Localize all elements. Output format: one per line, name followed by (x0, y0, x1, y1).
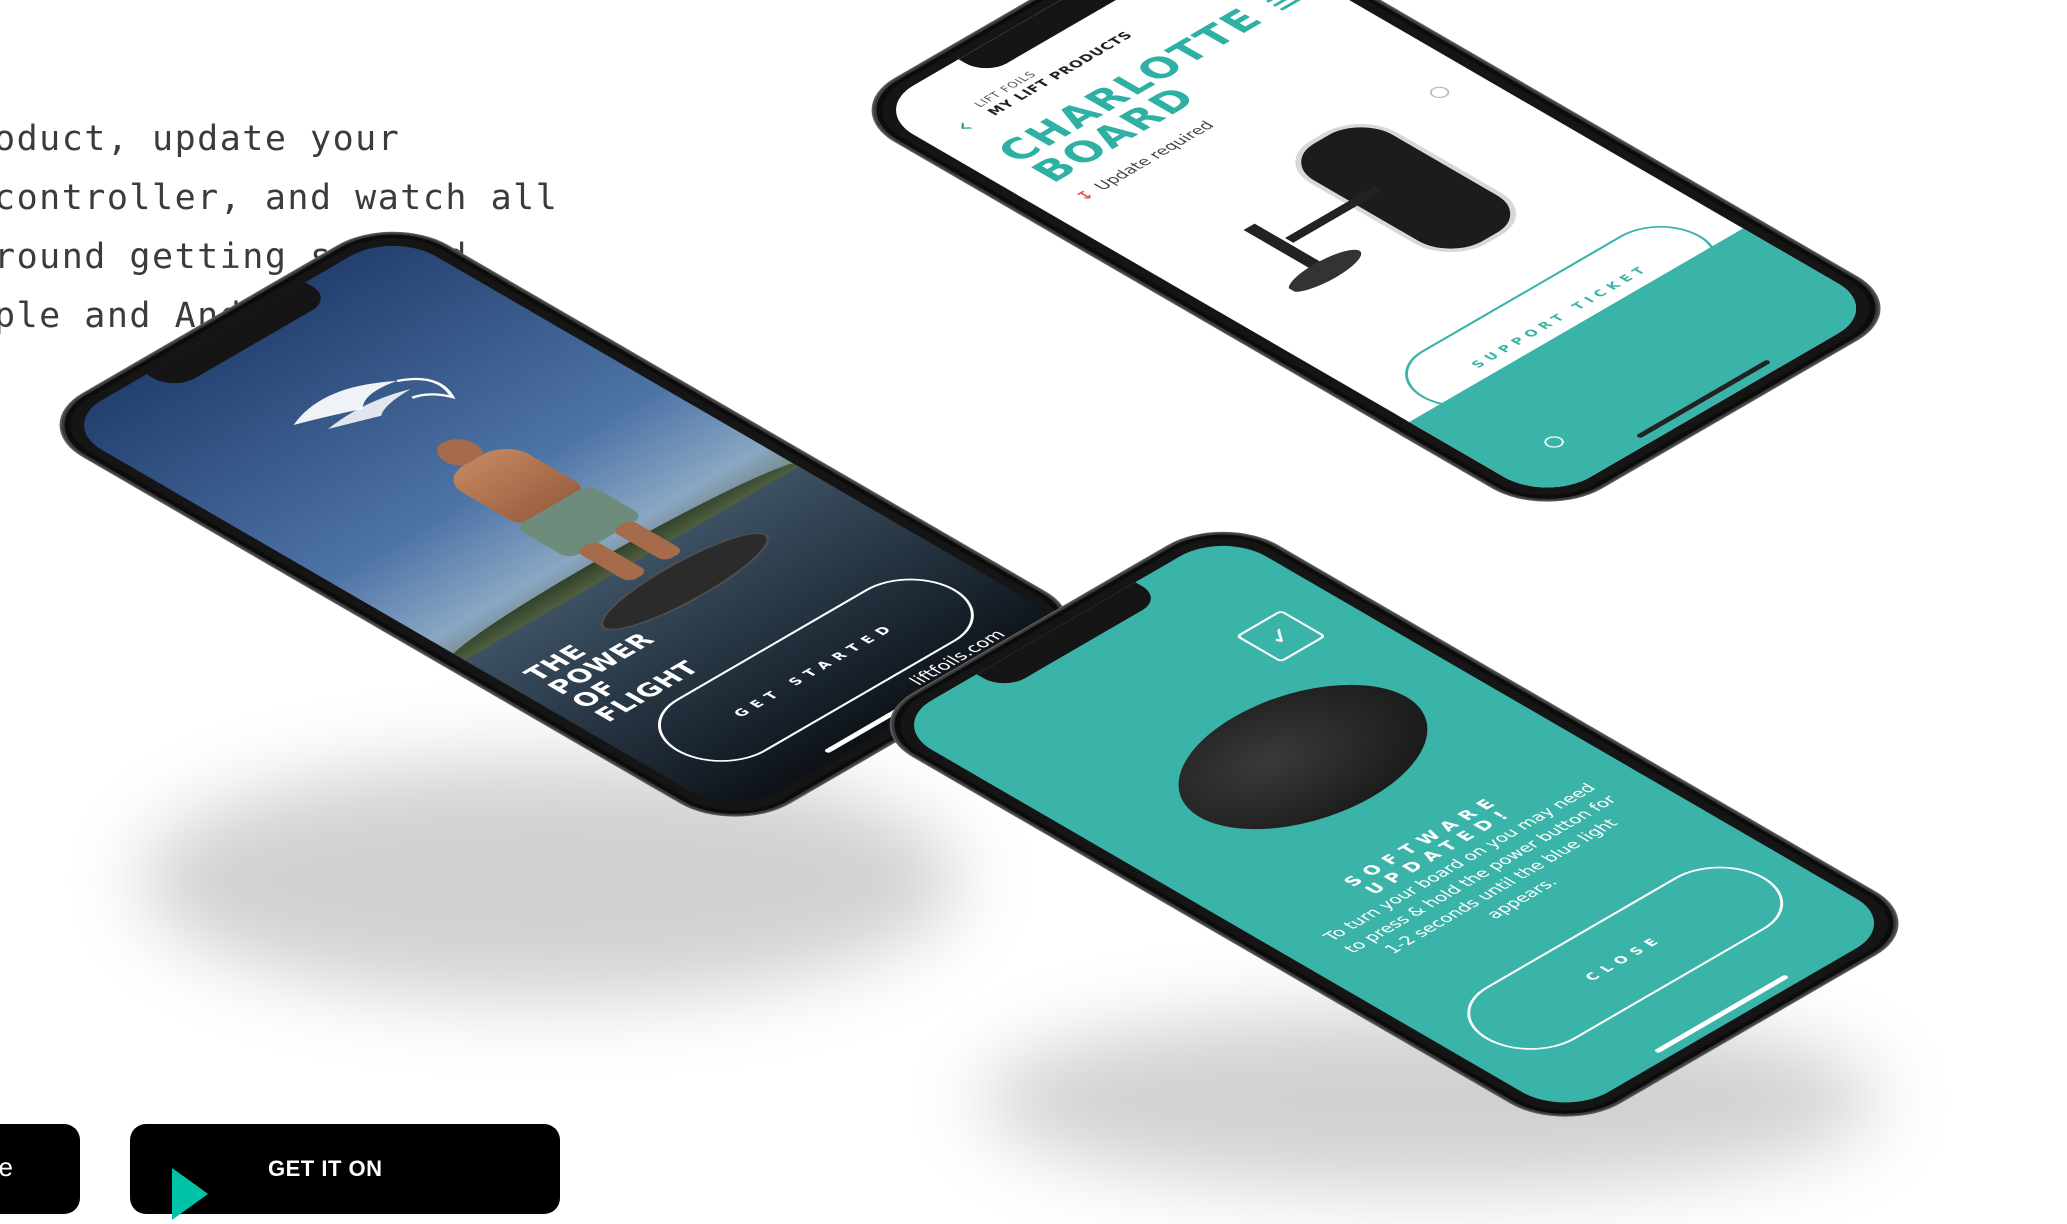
app-store-badge[interactable]: he (0, 1124, 80, 1214)
hydrofoil-board-image (1243, 124, 1517, 292)
download-icon: ↧ (1071, 187, 1100, 204)
pager-dot (1425, 84, 1454, 101)
intro-line: controller, and watch all (0, 178, 559, 218)
app-store-badge-label: he (0, 1152, 13, 1182)
intro-line: oduct, update your (0, 119, 401, 159)
google-play-badge-label: GET IT ON (268, 1156, 383, 1181)
product-screen: ‹ LIFT FOILS MY LIFT PRODUCTS CHARLOTTE … (870, 0, 1882, 502)
google-play-badge[interactable]: GET IT ON (130, 1124, 560, 1220)
update-complete-screen: ✓ SOFTWARE UPDATED! To turn your board o… (888, 531, 1900, 1117)
checkmark-icon: ✓ (1235, 609, 1327, 663)
phone-product-screen: ‹ LIFT FOILS MY LIFT PRODUCTS CHARLOTTE … (842, 0, 1911, 519)
google-play-icon (172, 1168, 208, 1220)
hamburger-menu-icon[interactable] (1265, 0, 1305, 11)
efoil-board-image (1130, 657, 1476, 857)
back-chevron-icon[interactable]: ‹ (946, 116, 983, 137)
phone-shadow (140, 760, 960, 1000)
